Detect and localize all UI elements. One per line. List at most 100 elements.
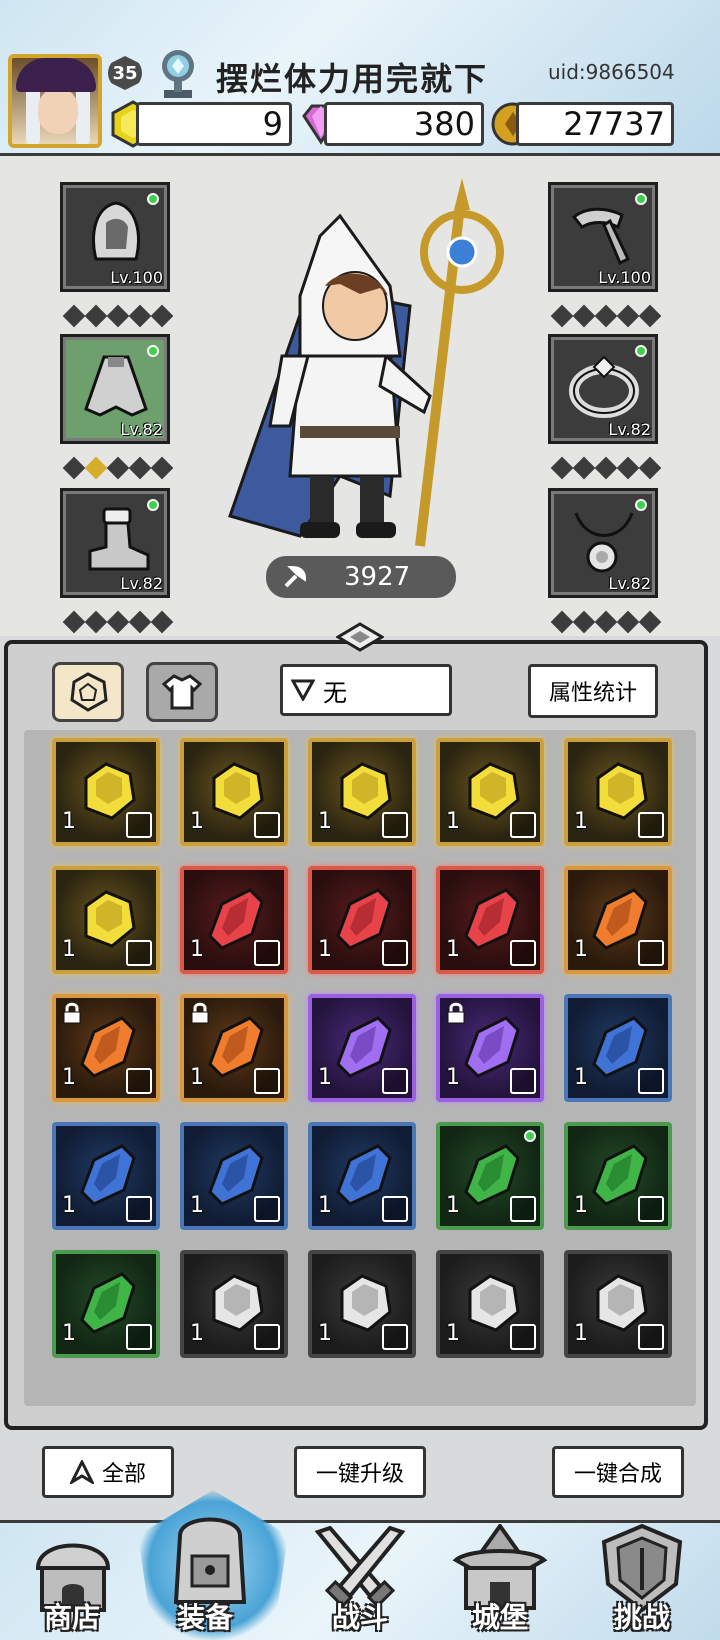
stamina-value: 9 bbox=[136, 102, 292, 146]
slot-type-icon bbox=[254, 812, 280, 838]
shirt-icon bbox=[161, 674, 203, 710]
star-row-cloak bbox=[62, 456, 174, 480]
inventory-item[interactable]: 1 bbox=[436, 994, 544, 1102]
inventory-item[interactable]: 1 bbox=[52, 994, 160, 1102]
player-avatar[interactable] bbox=[8, 54, 102, 148]
combat-power-badge: 3927 bbox=[266, 556, 456, 598]
item-quantity: 1 bbox=[574, 809, 588, 834]
inventory-item[interactable]: 1 bbox=[308, 866, 416, 974]
slot-type-icon bbox=[510, 940, 536, 966]
inventory-item[interactable]: 1 bbox=[308, 738, 416, 846]
nav-shop[interactable]: 商店 bbox=[12, 1524, 132, 1640]
nav-battle-label: 战斗 bbox=[331, 1601, 388, 1634]
equip-slot-staff[interactable]: Lv.100 bbox=[548, 182, 658, 292]
tab-gems[interactable] bbox=[52, 662, 124, 722]
inventory-item[interactable]: 1 bbox=[52, 866, 160, 974]
star-row-hood bbox=[62, 304, 174, 328]
item-quantity: 1 bbox=[190, 1321, 204, 1346]
equip-slot-hood[interactable]: Lv.100 bbox=[60, 182, 170, 292]
nav-battle[interactable]: 战斗 bbox=[300, 1524, 420, 1640]
item-quantity: 1 bbox=[446, 1065, 460, 1090]
item-quantity: 1 bbox=[318, 1065, 332, 1090]
upgrade-all-button[interactable]: 一键升级 bbox=[294, 1446, 426, 1498]
item-quantity: 1 bbox=[446, 809, 460, 834]
boot-icon bbox=[88, 507, 150, 571]
slot-type-icon bbox=[638, 1324, 664, 1350]
slot-type-icon bbox=[126, 1324, 152, 1350]
equip-slot-boots[interactable]: Lv.82 bbox=[60, 488, 170, 598]
star-row-staff bbox=[550, 304, 662, 328]
trophy-icon[interactable] bbox=[156, 48, 200, 100]
inventory-item[interactable]: 1 bbox=[564, 1122, 672, 1230]
slot-type-icon bbox=[126, 1196, 152, 1222]
slot-type-icon bbox=[638, 1196, 664, 1222]
inventory-item[interactable]: 1 bbox=[180, 994, 288, 1102]
slot-type-icon bbox=[638, 1068, 664, 1094]
item-quantity: 1 bbox=[318, 809, 332, 834]
gold-value: 27737 bbox=[516, 102, 674, 146]
item-quantity: 1 bbox=[190, 809, 204, 834]
slot-type-icon bbox=[638, 812, 664, 838]
equip-level: Lv.82 bbox=[608, 574, 651, 593]
tab-gear[interactable] bbox=[146, 662, 218, 722]
slot-type-icon bbox=[510, 1196, 536, 1222]
nav-castle[interactable]: 城堡 bbox=[440, 1524, 560, 1640]
inventory-item[interactable]: 1 bbox=[564, 1250, 672, 1358]
item-quantity: 1 bbox=[62, 809, 76, 834]
slot-type-icon bbox=[254, 1196, 280, 1222]
slot-type-icon bbox=[126, 1068, 152, 1094]
item-quantity: 1 bbox=[446, 937, 460, 962]
stats-button[interactable]: 属性统计 bbox=[528, 664, 658, 718]
lock-icon bbox=[63, 1002, 81, 1024]
item-quantity: 1 bbox=[446, 1321, 460, 1346]
slot-type-icon bbox=[254, 1068, 280, 1094]
lock-icon bbox=[447, 1002, 465, 1024]
inventory-item[interactable]: 1 bbox=[308, 994, 416, 1102]
inventory-item[interactable]: 1 bbox=[308, 1250, 416, 1358]
inventory-item[interactable]: 1 bbox=[52, 738, 160, 846]
equip-slot-amulet[interactable]: Lv.82 bbox=[548, 488, 658, 598]
equip-level: Lv.100 bbox=[598, 268, 651, 287]
inventory-item[interactable]: 1 bbox=[564, 738, 672, 846]
filter-dropdown[interactable]: 无 bbox=[280, 664, 452, 716]
equip-slot-cloak[interactable]: Lv.82 bbox=[60, 334, 170, 444]
lock-icon bbox=[191, 1002, 209, 1024]
nav-equipment[interactable]: 装备 bbox=[138, 1490, 288, 1640]
filter-label: 无 bbox=[323, 678, 347, 707]
inventory-item[interactable]: 1 bbox=[180, 866, 288, 974]
equip-level: Lv.82 bbox=[608, 420, 651, 439]
nav-challenge[interactable]: 挑战 bbox=[582, 1524, 702, 1640]
filter-all-button[interactable]: 全部 bbox=[42, 1446, 174, 1498]
inventory-item[interactable]: 1 bbox=[52, 1122, 160, 1230]
inventory-item[interactable]: 1 bbox=[52, 1250, 160, 1358]
combat-power-value: 3927 bbox=[344, 562, 411, 592]
inventory-item[interactable]: 1 bbox=[436, 866, 544, 974]
slot-type-icon bbox=[510, 812, 536, 838]
inventory-item[interactable]: 1 bbox=[180, 738, 288, 846]
inventory-item[interactable]: 1 bbox=[436, 738, 544, 846]
inventory-item[interactable]: 1 bbox=[564, 866, 672, 974]
inventory-item[interactable]: 1 bbox=[308, 1122, 416, 1230]
ring-icon bbox=[569, 355, 639, 418]
item-quantity: 1 bbox=[318, 937, 332, 962]
cloak-icon bbox=[84, 355, 148, 417]
star-row-amulet bbox=[550, 610, 662, 634]
inventory-item[interactable]: 1 bbox=[564, 994, 672, 1102]
slot-type-icon bbox=[510, 1324, 536, 1350]
filter-triangle-icon bbox=[291, 679, 315, 701]
inventory-item[interactable]: 1 bbox=[180, 1122, 288, 1230]
gem-value: 380 bbox=[324, 102, 484, 146]
inventory-item[interactable]: 1 bbox=[180, 1250, 288, 1358]
nav-castle-label: 城堡 bbox=[471, 1601, 528, 1634]
item-quantity: 1 bbox=[574, 1065, 588, 1090]
inventory-item[interactable]: 1 bbox=[436, 1122, 544, 1230]
merge-all-button[interactable]: 一键合成 bbox=[552, 1446, 684, 1498]
slot-type-icon bbox=[254, 1324, 280, 1350]
panel-ornament-icon bbox=[336, 622, 384, 652]
equip-slot-ring[interactable]: Lv.82 bbox=[548, 334, 658, 444]
slot-type-icon bbox=[382, 812, 408, 838]
gem-outline-icon bbox=[70, 672, 108, 712]
inventory-item[interactable]: 1 bbox=[436, 1250, 544, 1358]
slot-type-icon bbox=[126, 812, 152, 838]
item-quantity: 1 bbox=[190, 937, 204, 962]
